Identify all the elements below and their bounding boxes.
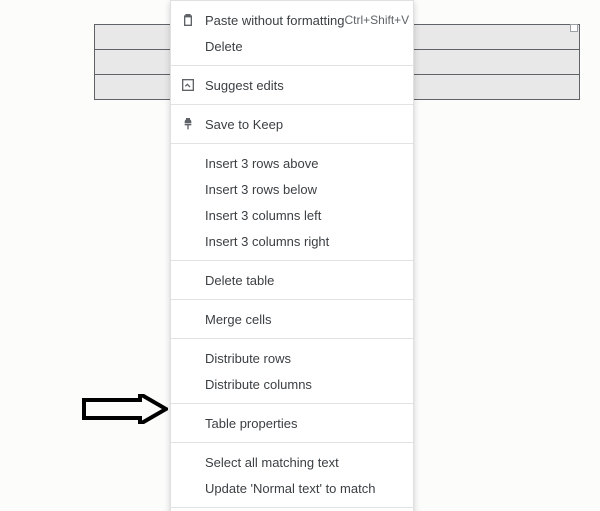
menu-item-save-to-keep[interactable]: Save to Keep xyxy=(171,111,413,137)
menu-item-label: Suggest edits xyxy=(205,78,401,93)
menu-separator xyxy=(171,338,413,339)
menu-item-label: Select all matching text xyxy=(205,455,401,470)
menu-item-label: Insert 3 columns left xyxy=(205,208,401,223)
menu-item-paste-without-formatting[interactable]: Paste without formatting Ctrl+Shift+V xyxy=(171,7,413,33)
menu-item-label: Table properties xyxy=(205,416,401,431)
menu-separator xyxy=(171,442,413,443)
menu-separator xyxy=(171,260,413,261)
menu-separator xyxy=(171,65,413,66)
menu-item-label: Insert 3 rows below xyxy=(205,182,401,197)
menu-item-distribute-columns[interactable]: Distribute columns xyxy=(171,371,413,397)
menu-item-distribute-rows[interactable]: Distribute rows xyxy=(171,345,413,371)
menu-separator xyxy=(171,143,413,144)
menu-item-label: Delete xyxy=(205,39,401,54)
menu-separator xyxy=(171,507,413,508)
menu-item-insert-rows-below[interactable]: Insert 3 rows below xyxy=(171,176,413,202)
menu-item-label: Save to Keep xyxy=(205,117,401,132)
menu-item-label: Distribute rows xyxy=(205,351,401,366)
menu-item-label: Merge cells xyxy=(205,312,401,327)
table-handle[interactable] xyxy=(570,24,578,32)
menu-item-update-normal-text[interactable]: Update 'Normal text' to match xyxy=(171,475,413,501)
menu-separator xyxy=(171,403,413,404)
paste-icon xyxy=(171,12,205,28)
menu-item-delete-table[interactable]: Delete table xyxy=(171,267,413,293)
menu-separator xyxy=(171,299,413,300)
menu-item-label: Distribute columns xyxy=(205,377,401,392)
menu-item-table-properties[interactable]: Table properties xyxy=(171,410,413,436)
menu-item-label: Delete table xyxy=(205,273,401,288)
menu-item-insert-cols-left[interactable]: Insert 3 columns left xyxy=(171,202,413,228)
menu-separator xyxy=(171,104,413,105)
menu-item-label: Paste without formatting xyxy=(205,13,344,28)
annotation-arrow xyxy=(82,394,168,424)
menu-item-label: Insert 3 columns right xyxy=(205,234,401,249)
menu-item-suggest-edits[interactable]: Suggest edits xyxy=(171,72,413,98)
menu-item-shortcut: Ctrl+Shift+V xyxy=(344,13,409,27)
menu-item-insert-cols-right[interactable]: Insert 3 columns right xyxy=(171,228,413,254)
menu-item-label: Insert 3 rows above xyxy=(205,156,401,171)
suggest-edits-icon xyxy=(171,77,205,93)
keep-icon xyxy=(171,116,205,132)
menu-item-delete[interactable]: Delete xyxy=(171,33,413,59)
menu-item-insert-rows-above[interactable]: Insert 3 rows above xyxy=(171,150,413,176)
menu-item-select-all-matching[interactable]: Select all matching text xyxy=(171,449,413,475)
menu-item-label: Update 'Normal text' to match xyxy=(205,481,401,496)
menu-item-merge-cells[interactable]: Merge cells xyxy=(171,306,413,332)
context-menu: Paste without formatting Ctrl+Shift+V De… xyxy=(170,0,414,511)
